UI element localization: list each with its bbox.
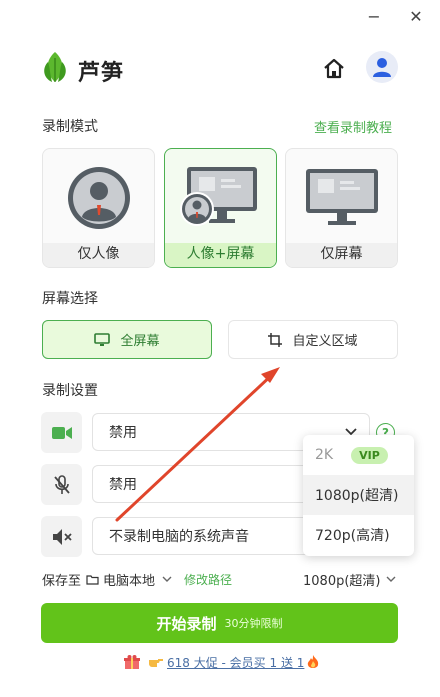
portrait-screen-icon bbox=[180, 167, 257, 226]
mode-portrait-only[interactable]: 仅人像 bbox=[42, 148, 155, 268]
start-recording-label: 开始录制 bbox=[156, 614, 217, 633]
user-icon bbox=[373, 58, 391, 77]
resolution-option-2k[interactable]: 2K VIP bbox=[303, 435, 414, 475]
promo-banner[interactable]: 618 大促 - 会员买 1 送 1 bbox=[124, 652, 319, 672]
mic-off-icon bbox=[53, 474, 70, 494]
resolution-option-label: 2K bbox=[315, 447, 334, 463]
close-button[interactable]: ✕ bbox=[404, 4, 428, 28]
screen-select-title: 屏幕选择 bbox=[42, 291, 98, 307]
app-logo bbox=[40, 50, 70, 84]
save-location[interactable]: 电脑本地 bbox=[86, 570, 172, 589]
promo-text: 618 大促 - 会员买 1 送 1 bbox=[167, 655, 305, 670]
system-audio-select[interactable]: 不录制电脑的系统声音 bbox=[92, 517, 322, 555]
screen-icon bbox=[306, 169, 378, 225]
chevron-down-icon bbox=[386, 576, 396, 582]
resolution-option-label: 1080p(超清) bbox=[315, 488, 399, 504]
resolution-dropdown: 2K VIP 1080p(超清) 720p(高清) bbox=[303, 435, 414, 556]
custom-area-button[interactable]: 自定义区域 bbox=[228, 320, 398, 359]
portrait-icon bbox=[68, 167, 130, 229]
resolution-value: 1080p(超清) bbox=[303, 573, 381, 589]
camera-icon bbox=[51, 426, 72, 439]
minimize-icon: − bbox=[367, 6, 381, 26]
monitor-icon bbox=[94, 332, 111, 346]
microphone-value: 禁用 bbox=[109, 477, 137, 493]
vip-badge: VIP bbox=[351, 446, 388, 464]
speaker-mute-icon bbox=[52, 528, 72, 545]
microphone-select[interactable]: 禁用 bbox=[92, 465, 322, 503]
mode-label: 仅屏幕 bbox=[286, 243, 397, 267]
resolution-option-1080p[interactable]: 1080p(超清) bbox=[303, 475, 414, 515]
mode-label: 人像+屏幕 bbox=[165, 243, 276, 267]
time-limit-label: 30分钟限制 bbox=[224, 617, 283, 630]
gift-icon bbox=[124, 655, 140, 669]
crop-icon bbox=[268, 332, 283, 347]
pointing-hand-icon bbox=[149, 659, 163, 667]
mode-portrait-screen[interactable]: 人像+屏幕 bbox=[164, 148, 277, 268]
close-icon: ✕ bbox=[409, 6, 423, 26]
fire-icon bbox=[308, 655, 319, 668]
custom-area-label: 自定义区域 bbox=[292, 334, 358, 349]
tutorial-link[interactable]: 查看录制教程 bbox=[314, 117, 392, 136]
microphone-toggle[interactable] bbox=[41, 464, 82, 505]
resolution-option-720p[interactable]: 720p(高清) bbox=[303, 515, 414, 555]
chevron-down-icon bbox=[162, 576, 172, 582]
folder-icon bbox=[86, 574, 99, 585]
camera-toggle[interactable] bbox=[41, 412, 82, 453]
record-mode-title: 录制模式 bbox=[42, 119, 98, 135]
fullscreen-label: 全屏幕 bbox=[120, 334, 160, 349]
start-recording-button[interactable]: 开始录制 30分钟限制 bbox=[41, 603, 398, 643]
home-icon bbox=[324, 58, 344, 79]
system-audio-value: 不录制电脑的系统声音 bbox=[109, 529, 249, 545]
app-name: 芦笋 bbox=[78, 61, 125, 86]
leaf-logo-icon bbox=[44, 52, 66, 82]
save-location-label: 电脑本地 bbox=[103, 573, 156, 589]
minimize-button[interactable]: − bbox=[362, 4, 386, 28]
resolution-select[interactable]: 1080p(超清) bbox=[303, 570, 396, 589]
resolution-option-label: 720p(高清) bbox=[315, 528, 390, 544]
save-label: 保存至 bbox=[42, 573, 82, 589]
mode-label: 仅人像 bbox=[43, 243, 154, 267]
camera-value: 禁用 bbox=[109, 425, 137, 441]
fullscreen-button[interactable]: 全屏幕 bbox=[42, 320, 212, 359]
record-settings-title: 录制设置 bbox=[42, 383, 98, 399]
save-row: 保存至 电脑本地 修改路径 bbox=[42, 570, 232, 589]
modify-path-link[interactable]: 修改路径 bbox=[184, 571, 232, 588]
system-audio-toggle[interactable] bbox=[41, 516, 82, 557]
home-button[interactable] bbox=[320, 55, 348, 83]
avatar[interactable] bbox=[366, 51, 398, 83]
mode-screen-only[interactable]: 仅屏幕 bbox=[285, 148, 398, 268]
